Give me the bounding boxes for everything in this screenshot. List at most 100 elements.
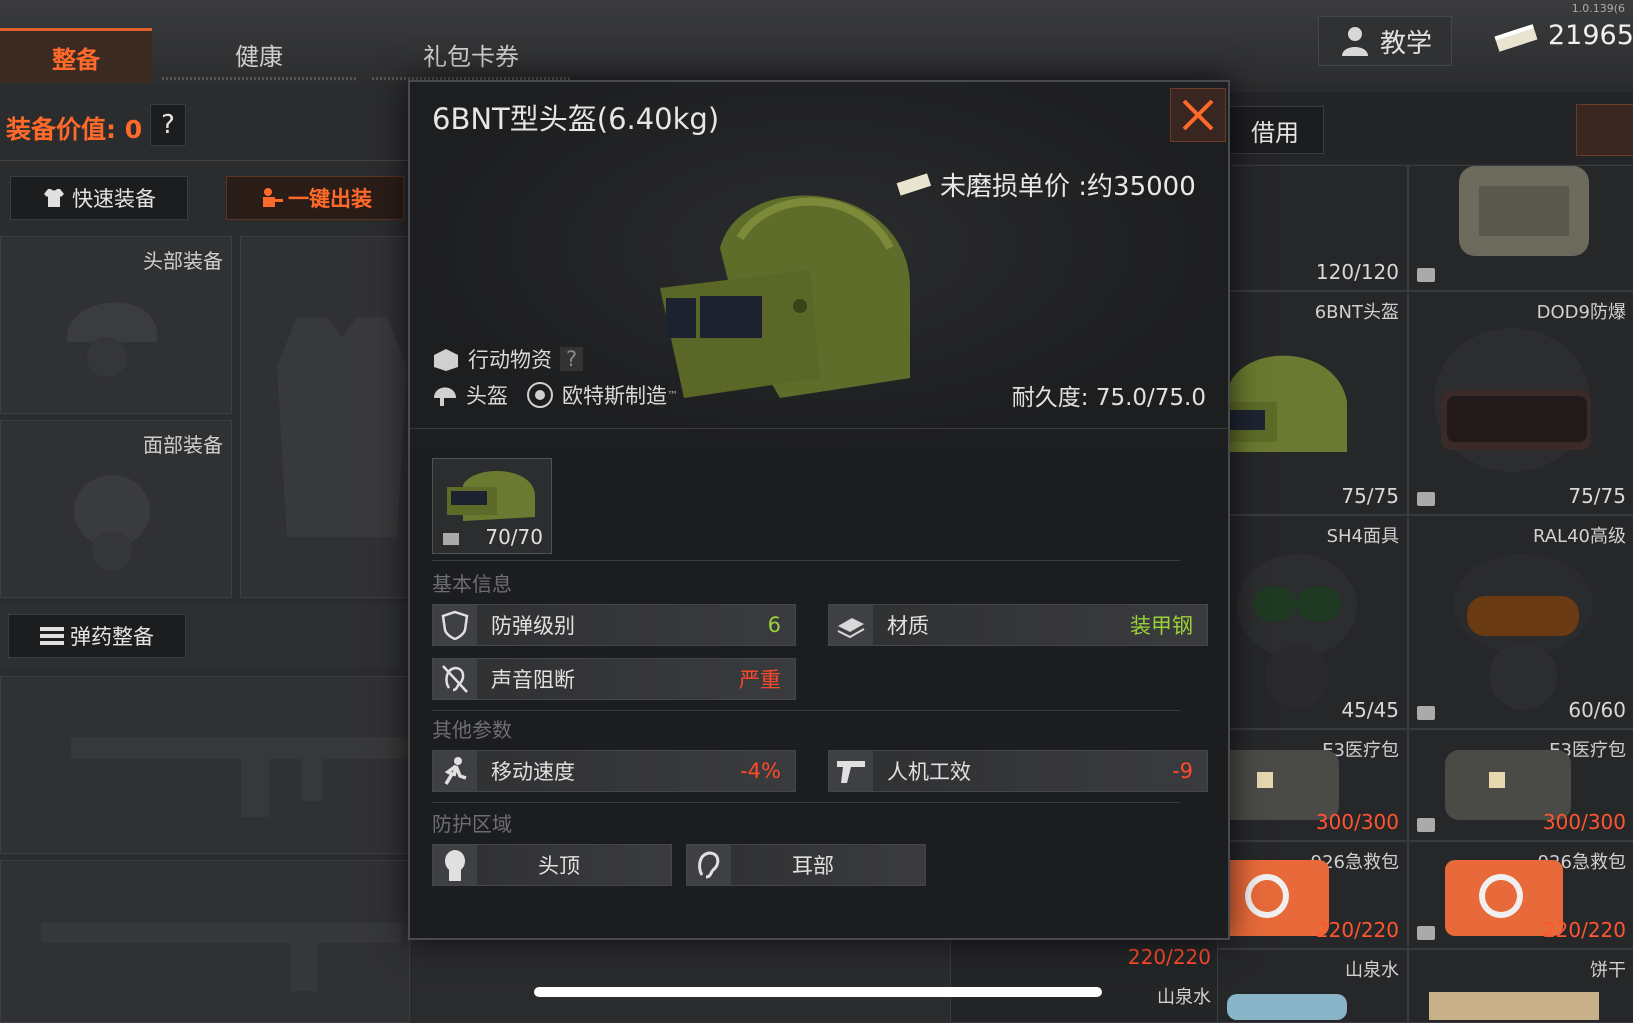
- item-durability: 220/220: [1127, 945, 1211, 969]
- currency-amount: 21965: [1548, 20, 1633, 51]
- divider: [432, 802, 1180, 803]
- gas-mask-ral40-icon: [1453, 554, 1593, 710]
- stat-label: 移动速度: [491, 760, 575, 784]
- stat-label: 人机工效: [887, 760, 971, 784]
- stat-label: 材质: [887, 614, 929, 638]
- inventory-item[interactable]: [1408, 165, 1633, 291]
- pistol-icon: [829, 751, 873, 791]
- item-durability: 220/220: [1542, 918, 1626, 942]
- equip-value: 装备价值: 0: [6, 115, 143, 144]
- item-durability: 300/300: [1542, 810, 1626, 834]
- rifle-silhouette-icon: [41, 923, 401, 991]
- item-detail-modal: 6BNT型头盔(6.40kg) 未磨损单价 :约35000 行动物资 ? 头盔 …: [408, 80, 1230, 940]
- biscuit-icon: [1429, 992, 1599, 1020]
- head-slot[interactable]: 头部装备: [0, 236, 232, 414]
- tab-underline: [162, 77, 356, 80]
- shield-icon: [433, 605, 477, 645]
- supply-box-icon: [1417, 706, 1435, 720]
- rifle-silhouette-icon: [71, 737, 411, 817]
- inventory-item[interactable]: 饼干: [1408, 949, 1633, 1023]
- item-durability: 120/120: [1315, 260, 1399, 284]
- inventory-item[interactable]: 220/220 山泉水: [950, 930, 1218, 1023]
- inventory-item[interactable]: E3医疗包 300/300: [1216, 729, 1408, 841]
- stat-ergonomics: 人机工效 -9: [828, 750, 1208, 792]
- stat-value: -9: [1172, 759, 1193, 783]
- item-type: 头盔: [466, 384, 508, 408]
- tab-label: 健康: [235, 42, 283, 71]
- divider: [0, 160, 408, 161]
- body-armor-slot[interactable]: [240, 236, 410, 598]
- section-protection-zones: 防护区域: [432, 812, 512, 836]
- item-name: 6BNT头盔: [1314, 302, 1399, 323]
- primary-weapon-slot[interactable]: [0, 676, 411, 854]
- head-silhouette-icon: [433, 845, 477, 885]
- gas-mask-silhouette-icon: [74, 475, 150, 571]
- head-slot-label: 头部装备: [143, 249, 223, 273]
- supply-box-icon: [1417, 926, 1435, 940]
- item-title: 6BNT型头盔(6.40kg): [432, 102, 720, 136]
- section-basic-info: 基本信息: [432, 572, 512, 596]
- supply-tag: 行动物资 ?: [432, 344, 584, 374]
- borrow-label: 借用: [1251, 118, 1299, 147]
- thumbnail-durability: 70/70: [485, 525, 543, 549]
- zone-ears: 耳部: [686, 844, 926, 886]
- inventory-item[interactable]: 山泉水: [1216, 949, 1408, 1023]
- helmet-silhouette-icon: [67, 302, 157, 377]
- item-durability: 220/220: [1315, 918, 1399, 942]
- tab-gift-vouchers[interactable]: 礼包卡券: [366, 28, 576, 80]
- inventory-item[interactable]: RAL40高级 60/60: [1408, 515, 1633, 729]
- steel-plates-icon: [829, 605, 873, 645]
- trademark: ™: [667, 388, 678, 402]
- item-durability: 45/45: [1341, 698, 1399, 722]
- zone-label: 耳部: [792, 854, 834, 878]
- variant-thumbnail[interactable]: 70/70: [432, 458, 552, 554]
- manufacturer-logo-icon: [527, 382, 553, 408]
- stat-label: 声音阻断: [491, 668, 575, 692]
- item-name: 山泉水: [1157, 987, 1211, 1008]
- gas-mask-sh4-icon: [1237, 554, 1357, 708]
- item-price: 未磨损单价 :约35000: [940, 172, 1196, 202]
- item-name: SH4面具: [1326, 526, 1399, 547]
- filter-button[interactable]: [1576, 104, 1633, 156]
- tab-health[interactable]: 健康: [156, 28, 362, 80]
- ammo-prep-button[interactable]: 弹药整备: [8, 614, 186, 658]
- one-click-deploy-button[interactable]: 一键出装: [226, 176, 404, 220]
- zone-head-top: 头顶: [432, 844, 672, 886]
- supply-help-button[interactable]: ?: [560, 347, 584, 371]
- tab-label: 整备: [52, 45, 100, 74]
- inventory-item[interactable]: DOD9防爆 75/75: [1408, 291, 1633, 515]
- item-durability: 75/75: [1568, 484, 1626, 508]
- supply-box-icon: [1417, 818, 1435, 832]
- home-indicator[interactable]: [534, 987, 1102, 997]
- item-durability: 75/75: [1341, 484, 1399, 508]
- stat-sound-block: 声音阻断 严重: [432, 658, 796, 700]
- inventory-item[interactable]: 6BNT头盔 75/75: [1216, 291, 1408, 515]
- quick-equip-button[interactable]: 快速装备: [10, 176, 188, 220]
- item-name: RAL40高级: [1532, 526, 1626, 547]
- help-button[interactable]: ?: [150, 104, 186, 146]
- face-slot-label: 面部装备: [143, 433, 223, 457]
- secondary-weapon-slot[interactable]: [0, 860, 410, 1023]
- inventory-item[interactable]: 926急救包 220/220: [1408, 841, 1633, 949]
- inventory-item[interactable]: 120/120: [1216, 165, 1408, 291]
- inventory-item[interactable]: 926急救包 220/220: [1216, 841, 1408, 949]
- stat-material: 材质 装甲钢: [828, 604, 1208, 646]
- borrow-button[interactable]: 借用: [1226, 106, 1324, 154]
- supply-box-icon: [434, 349, 458, 371]
- face-slot[interactable]: 面部装备: [0, 420, 232, 598]
- item-name: 饼干: [1590, 960, 1626, 981]
- stat-value: 装甲钢: [1130, 614, 1193, 638]
- helmet-dod9-icon: [1434, 328, 1591, 472]
- item-name: 山泉水: [1345, 960, 1399, 981]
- divider: [432, 710, 1180, 711]
- inventory-item[interactable]: E3医疗包 300/300: [1408, 729, 1633, 841]
- tab-maintenance[interactable]: 整备: [0, 28, 152, 83]
- water-bottle-icon: [1227, 994, 1347, 1020]
- tutorial-button[interactable]: 教学: [1318, 16, 1452, 66]
- close-button[interactable]: [1170, 88, 1226, 142]
- inventory-item[interactable]: SH4面具 45/45: [1216, 515, 1408, 729]
- helmet-6bnt-illustration: [660, 195, 910, 398]
- price-row: 未磨损单价 :约35000: [896, 166, 1196, 203]
- stat-value: -4%: [740, 759, 781, 783]
- stat-value: 6: [767, 613, 781, 637]
